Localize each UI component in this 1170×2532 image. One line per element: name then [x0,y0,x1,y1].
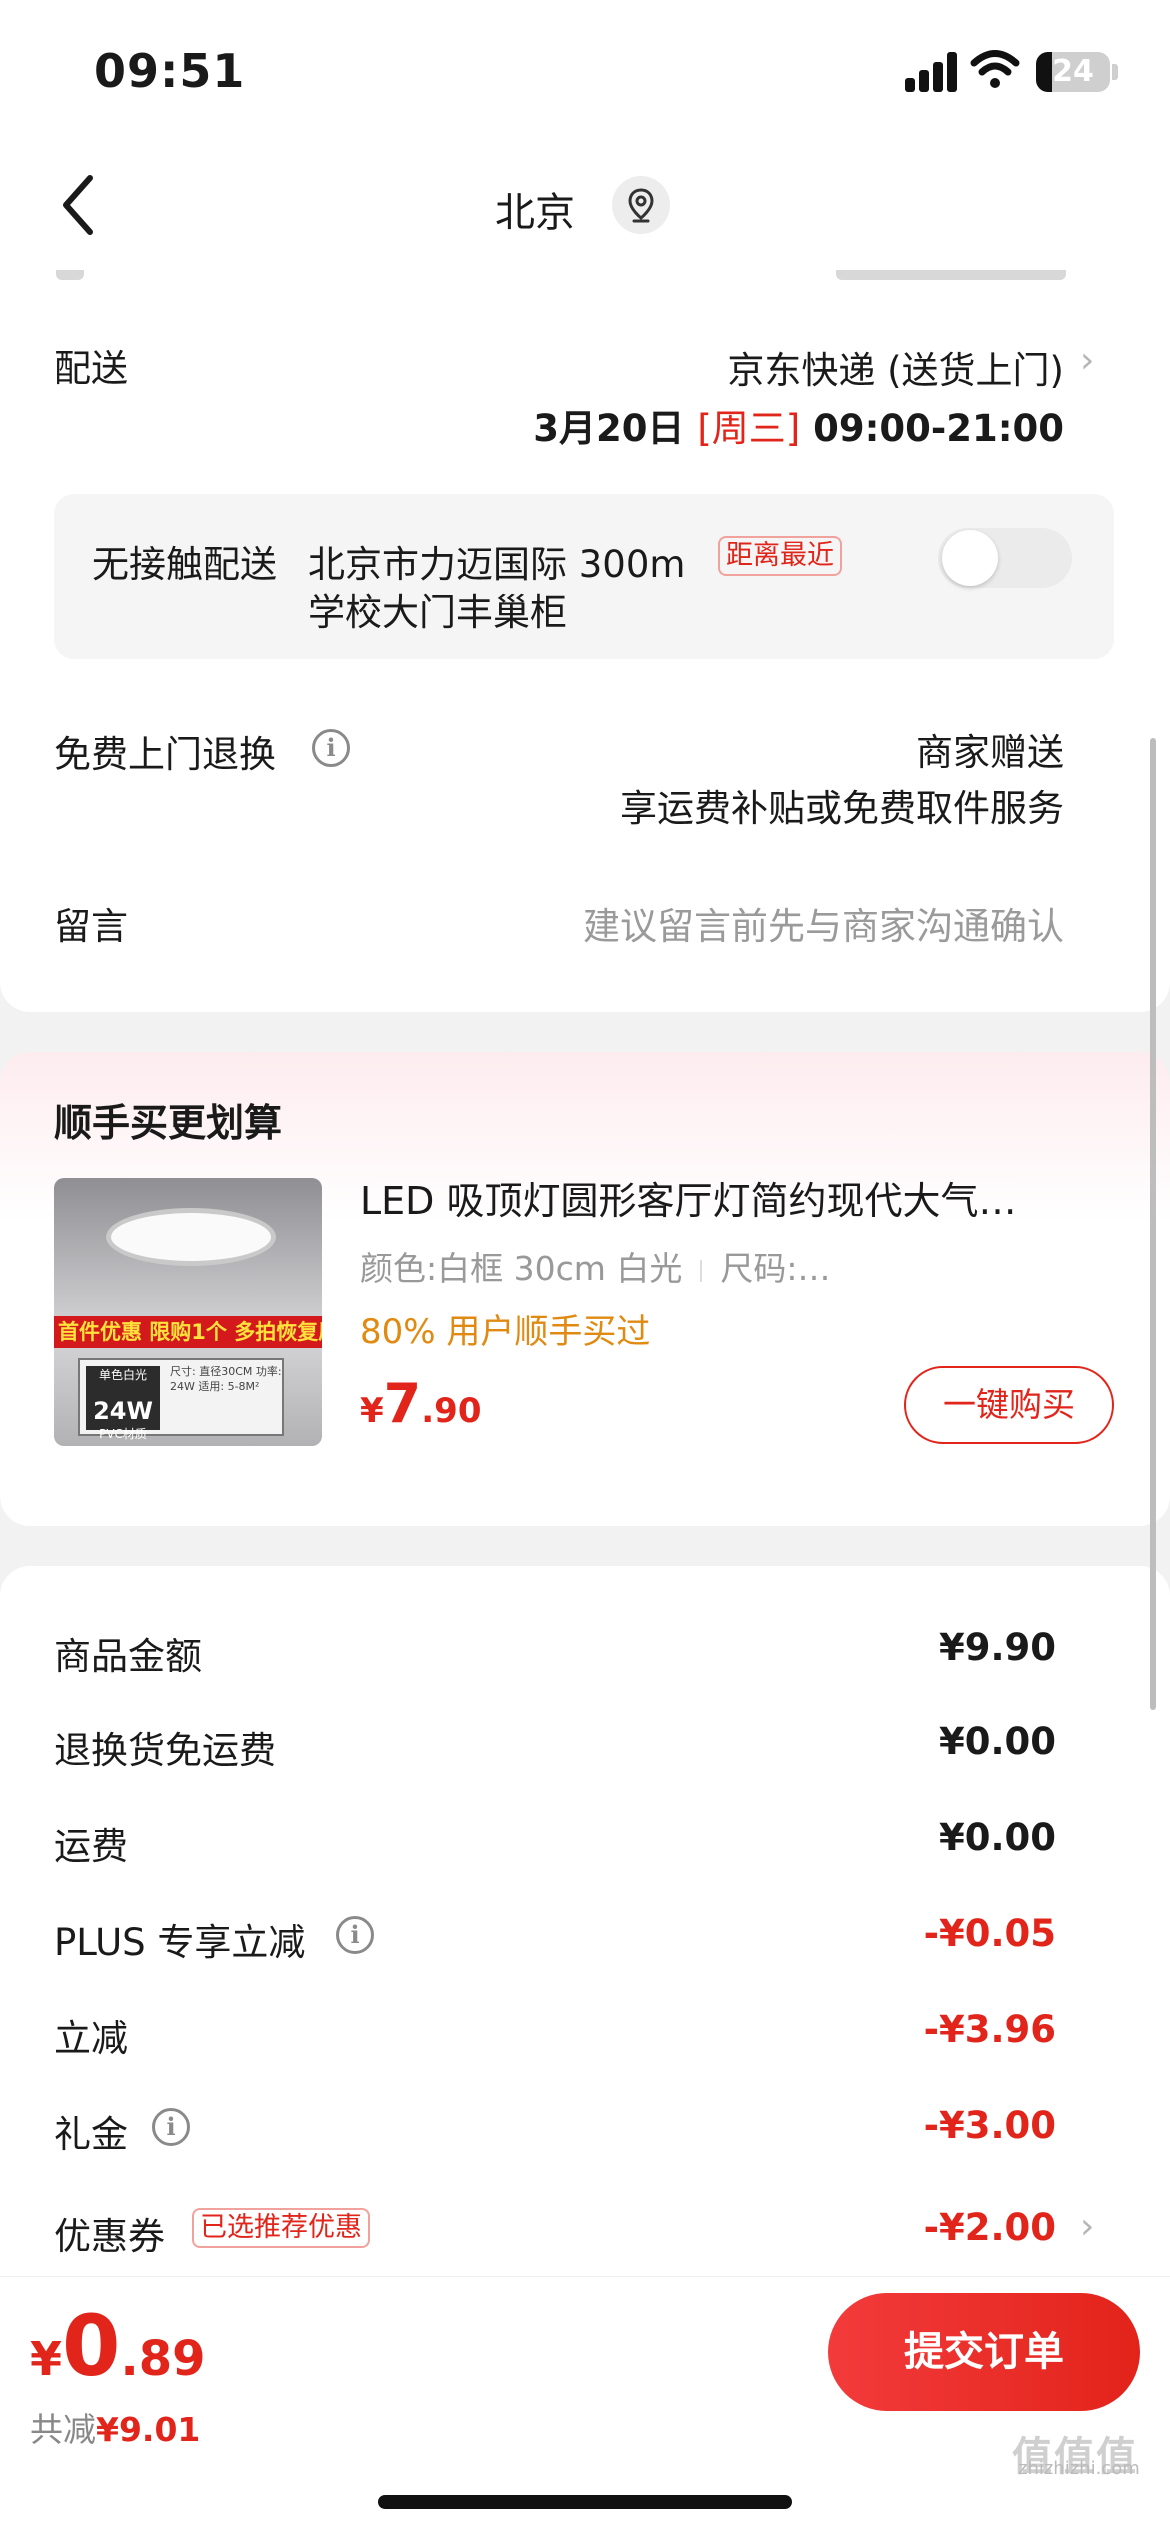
chevron-right-icon[interactable]: › [1080,340,1094,381]
returns-detail: 享运费补贴或免费取件服务 [620,787,1064,830]
total-saved: 共减¥9.01 [30,2403,200,2451]
message-label: 留言 [54,905,128,948]
delivery-method[interactable]: 京东快递 (送货上门) [727,340,1064,394]
message-input[interactable]: 建议留言前先与商家沟通确认 [583,896,1064,950]
summary-row-label: 退换货免运费 [54,1729,276,1772]
watermark-site: zhizhizhi.com [1018,2458,1140,2479]
delivery-window: 09:00-21:00 [813,407,1064,450]
image-power: 24W [93,1397,153,1425]
saved-amount: ¥9.01 [96,2410,201,2449]
battery-level: 24 [1052,54,1094,89]
summary-row-label: 礼金 [54,2113,128,2156]
coupon-tag: 已选推荐优惠 [192,2208,370,2248]
image-spec-panel: 单色白光 24W PVC材质 尺寸: 直径30CM 功率: 24W 适用: 5-… [78,1358,284,1441]
image-promo-banner: 首件优惠 限购1个 多拍恢复原价 [54,1316,322,1348]
delivery-card: 配送 京东快递 (送货上门) › 3月20日 [周三] 09:00-21:00 … [0,270,1170,1012]
image-spec-text: 尺寸: 直径30CM 功率: 24W 适用: 5-8M² [170,1365,282,1393]
battery-icon: 24 [1036,52,1110,92]
location-pin-icon[interactable] [612,176,670,234]
product-hint: 80% 用户顺手买过 [360,1312,651,1352]
summary-row-value: -¥3.00 [923,2104,1056,2147]
delivery-date: 3月20日 [533,407,685,450]
coupon-label[interactable]: 优惠券 [54,2206,165,2260]
price-integer: 7 [383,1372,422,1435]
price-summary-card: 商品金额 ¥9.90 退换货免运费 ¥0.00 运费 ¥0.00 PLUS 专享… [0,1566,1170,2286]
price-symbol: ¥ [360,1391,384,1431]
product-size: 尺码:… [720,1249,831,1288]
nav-bar: 北京 [0,140,1170,270]
scrolled-content-edge [56,270,84,280]
ceiling-lamp-image [106,1208,276,1266]
summary-row-value: ¥9.90 [938,1626,1056,1669]
upsell-title: 顺手买更划算 [54,1101,283,1145]
signal-icon [905,52,959,92]
total-integer: 0 [62,2297,121,2395]
scrolled-content-edge [836,270,1066,280]
total-symbol: ¥ [30,2332,63,2386]
price-decimal: .90 [421,1391,482,1431]
total-price: ¥0.89 [30,2297,206,2395]
summary-row-value: ¥0.00 [938,1816,1056,1859]
contactless-label: 无接触配送 [92,543,277,586]
scrollbar[interactable] [1150,738,1156,1710]
total-decimal: .89 [120,2331,206,2387]
home-indicator[interactable] [378,2495,792,2509]
info-icon[interactable]: i [152,2108,190,2146]
summary-row-label: 立减 [54,2017,128,2060]
info-icon[interactable]: i [312,729,350,767]
returns-value: 商家赠送 [916,731,1064,774]
one-click-buy-button[interactable]: 一键购买 [904,1366,1114,1444]
page-title: 北京 [495,190,575,236]
summary-row-label: 运费 [54,1825,128,1868]
saved-label: 共减 [30,2410,96,2449]
upsell-card: 顺手买更划算 首件优惠 限购1个 多拍恢复原价 单色白光 24W PVC材质 尺… [0,1052,1170,1526]
product-image[interactable]: 首件优惠 限购1个 多拍恢复原价 单色白光 24W PVC材质 尺寸: 直径30… [54,1178,322,1446]
battery-tip [1112,64,1118,80]
returns-label: 免费上门退换 [54,733,276,776]
image-power-badge: 单色白光 24W PVC材质 [86,1366,160,1441]
delivery-time[interactable]: 3月20日 [周三] 09:00-21:00 [533,398,1064,452]
nearest-tag: 距离最近 [718,536,842,576]
coupon-value[interactable]: -¥2.00 [924,2206,1056,2249]
status-bar: 09:51 24 [0,0,1170,140]
product-price: ¥7.90 [360,1372,481,1435]
locker-address: 北京市力迈国际 300m [308,543,686,586]
submit-order-button[interactable]: 提交订单 [828,2293,1140,2411]
summary-row-label: PLUS 专享立减 [54,1921,306,1964]
summary-row-value: -¥3.96 [923,2008,1056,2051]
product-title[interactable]: LED 吸顶灯圆形客厅灯简约现代大气… [360,1170,1090,1225]
product-color: 颜色:白框 30cm 白光 [360,1249,683,1288]
contactless-toggle[interactable] [938,528,1072,588]
delivery-label: 配送 [54,347,128,390]
locker-name: 学校大门丰巢柜 [308,591,567,634]
summary-row-value: ¥0.00 [938,1720,1056,1763]
product-attributes: 颜色:白框 30cm 白光 尺码:… [360,1242,831,1290]
contactless-delivery-box: 无接触配送 北京市力迈国际 300m 距离最近 学校大门丰巢柜 [54,494,1114,659]
wifi-icon [970,50,1020,88]
info-icon[interactable]: i [336,1916,374,1954]
summary-row-value: -¥0.05 [923,1912,1056,1955]
image-material: PVC材质 [99,1427,147,1441]
status-time: 09:51 [94,44,246,98]
image-subtitle: 单色白光 [98,1368,147,1382]
delivery-weekday: [周三] [697,407,801,450]
summary-row-label: 商品金额 [54,1635,202,1678]
checkout-bar: ¥0.89 共减¥9.01 提交订单 [0,2276,1170,2532]
chevron-right-icon[interactable]: › [1080,2206,1094,2247]
